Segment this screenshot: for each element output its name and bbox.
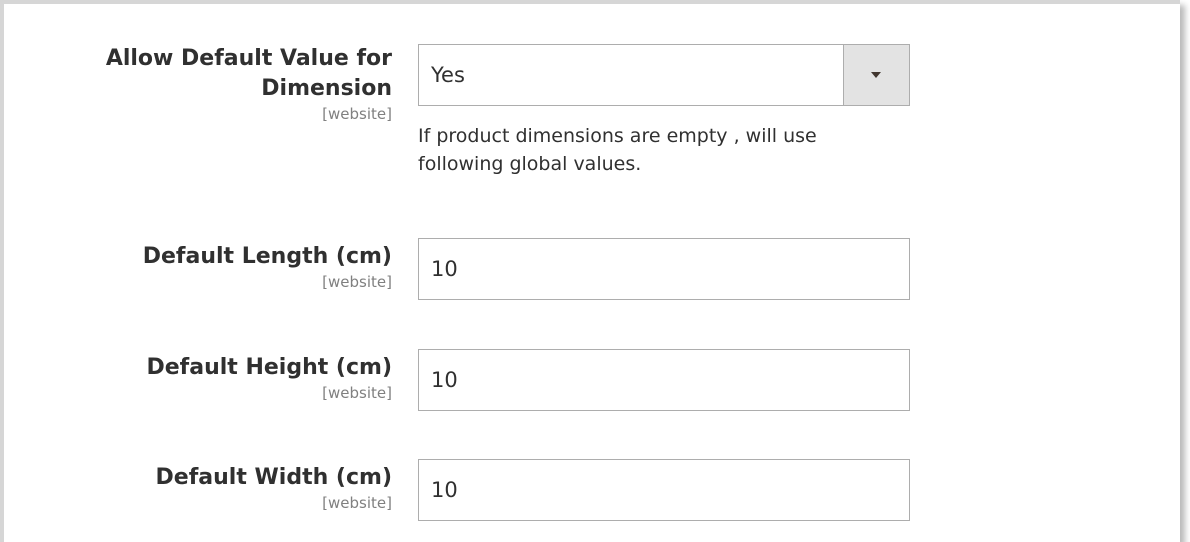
height-scope: [website] (322, 384, 392, 402)
height-label: Default Height (cm) [website] (146, 353, 392, 403)
length-input[interactable]: 10 (418, 238, 910, 300)
allow-default-label: Allow Default Value for Dimension [websi… (106, 44, 392, 124)
height-input-value: 10 (431, 368, 458, 392)
allow-default-label-line1: Allow Default Value for (105, 46, 392, 71)
length-label-text: Default Length (cm) (142, 244, 392, 269)
allow-default-label-line2: Dimension (261, 76, 392, 101)
width-label-text: Default Width (cm) (155, 465, 392, 490)
allow-default-note: If product dimensions are empty , will u… (418, 122, 918, 178)
allow-default-note-line2: following global values. (418, 153, 642, 175)
chevron-down-icon (871, 72, 881, 78)
width-scope: [website] (322, 494, 392, 512)
width-input[interactable]: 10 (418, 459, 910, 521)
allow-default-scope: [website] (322, 105, 392, 123)
width-label: Default Width (cm) [website] (156, 463, 392, 513)
allow-default-select[interactable]: Yes (418, 44, 910, 106)
length-label: Default Length (cm) [website] (143, 242, 392, 292)
allow-default-select-value: Yes (431, 63, 465, 87)
length-input-value: 10 (431, 257, 458, 281)
allow-default-note-line1: If product dimensions are empty , will u… (418, 125, 817, 147)
width-input-value: 10 (431, 478, 458, 502)
select-arrow-button[interactable] (843, 45, 909, 105)
config-panel: Allow Default Value for Dimension [websi… (0, 0, 1180, 542)
length-scope: [website] (322, 273, 392, 291)
height-input[interactable]: 10 (418, 349, 910, 411)
height-label-text: Default Height (cm) (146, 355, 392, 380)
